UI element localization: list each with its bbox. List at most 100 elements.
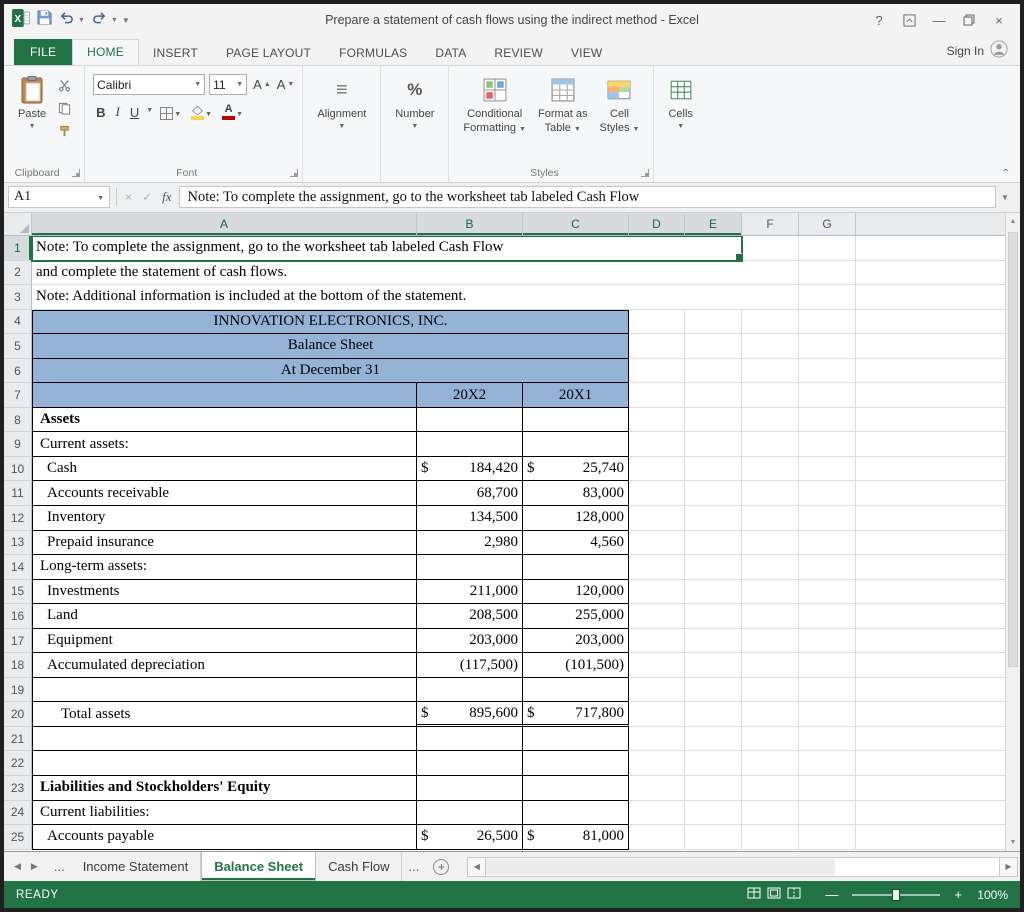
row-header-5[interactable]: 5	[4, 334, 32, 359]
cell-f3[interactable]	[742, 285, 799, 310]
cell-styles-button[interactable]: Cell Styles ▼	[594, 72, 646, 139]
cell-g25[interactable]	[799, 825, 856, 850]
zoom-level[interactable]: 100%	[972, 888, 1008, 902]
new-sheet-button[interactable]: +	[425, 852, 457, 881]
minimize-button[interactable]: —	[926, 9, 952, 31]
cell-c15[interactable]: 120,000	[523, 580, 629, 605]
tab-view[interactable]: VIEW	[557, 41, 616, 66]
font-color-button[interactable]: A▼	[219, 100, 246, 120]
cell-a9[interactable]: Current assets:	[32, 432, 417, 457]
cell-f12[interactable]	[742, 506, 799, 531]
row-header-7[interactable]: 7	[4, 383, 32, 408]
number-button[interactable]: % Number ▼	[389, 72, 440, 135]
tab-data[interactable]: DATA	[421, 41, 480, 66]
cell-g7[interactable]	[799, 383, 856, 408]
cancel-icon[interactable]: ×	[125, 190, 132, 204]
cell-e8[interactable]	[685, 408, 742, 433]
cell-d16[interactable]	[629, 604, 685, 629]
paste-button[interactable]: Paste ▼	[12, 72, 52, 135]
cell-d14[interactable]	[629, 555, 685, 580]
cell-g23[interactable]	[799, 776, 856, 801]
normal-view-icon[interactable]	[747, 886, 761, 904]
cell-e14[interactable]	[685, 555, 742, 580]
cell-f6[interactable]	[742, 359, 799, 384]
row-header-6[interactable]: 6	[4, 359, 32, 384]
cell-c19[interactable]	[523, 678, 629, 703]
font-dialog-launcher-icon[interactable]	[290, 169, 298, 177]
cell-e10[interactable]	[685, 457, 742, 482]
zoom-slider[interactable]	[852, 894, 940, 896]
cell-c13[interactable]: 4,560	[523, 531, 629, 556]
scroll-left-icon[interactable]: ◀	[467, 857, 486, 877]
cell-f4[interactable]	[742, 310, 799, 335]
select-all-corner[interactable]	[4, 213, 32, 235]
cell-c14[interactable]	[523, 555, 629, 580]
cell-f18[interactable]	[742, 653, 799, 678]
cell-e7[interactable]	[685, 383, 742, 408]
cell-c23[interactable]	[523, 776, 629, 801]
cell-d5[interactable]	[629, 334, 685, 359]
cell-b8[interactable]	[417, 408, 523, 433]
cell-c8[interactable]	[523, 408, 629, 433]
cell-b13[interactable]: 2,980	[417, 531, 523, 556]
column-header-c[interactable]: C	[523, 213, 629, 235]
cell-e5[interactable]	[685, 334, 742, 359]
cell-b14[interactable]	[417, 555, 523, 580]
cell-f15[interactable]	[742, 580, 799, 605]
cell-f22[interactable]	[742, 751, 799, 776]
alignment-button[interactable]: ≡ Alignment ▼	[311, 72, 372, 135]
cell-d8[interactable]	[629, 408, 685, 433]
cell-a22[interactable]	[32, 751, 417, 776]
sheet-tab-cash-flow[interactable]: Cash Flow	[316, 852, 402, 881]
cell-g16[interactable]	[799, 604, 856, 629]
collapse-ribbon-icon[interactable]: ⌃	[1002, 168, 1010, 179]
row-header-22[interactable]: 22	[4, 751, 32, 776]
cell-c25[interactable]: $81,000	[523, 825, 629, 850]
row-header-19[interactable]: 19	[4, 678, 32, 703]
cell-f5[interactable]	[742, 334, 799, 359]
cell-f13[interactable]	[742, 531, 799, 556]
row-header-10[interactable]: 10	[4, 457, 32, 482]
cell-c7[interactable]: 20X1	[523, 383, 629, 408]
row-header-21[interactable]: 21	[4, 727, 32, 752]
vertical-scrollbar[interactable]: ▲ ▼	[1005, 213, 1020, 851]
cell-d23[interactable]	[629, 776, 685, 801]
cell-b7[interactable]: 20X2	[417, 383, 523, 408]
cell-a21[interactable]	[32, 727, 417, 752]
cell-g1[interactable]	[799, 236, 856, 261]
cell-e12[interactable]	[685, 506, 742, 531]
cells-button[interactable]: Cells ▼	[662, 72, 698, 135]
undo-icon[interactable]	[59, 10, 74, 30]
qat-customize-icon[interactable]: ▼	[122, 16, 130, 25]
cell-b16[interactable]: 208,500	[417, 604, 523, 629]
cell-e22[interactable]	[685, 751, 742, 776]
row-header-3[interactable]: 3	[4, 285, 32, 310]
enter-icon[interactable]: ✓	[142, 190, 152, 204]
cell-g3[interactable]	[799, 285, 856, 310]
cell-e11[interactable]	[685, 481, 742, 506]
cell-e13[interactable]	[685, 531, 742, 556]
cell-b21[interactable]	[417, 727, 523, 752]
cell-a2[interactable]: and complete the statement of cash flows…	[32, 261, 742, 286]
cell-d4[interactable]	[629, 310, 685, 335]
cell-d10[interactable]	[629, 457, 685, 482]
cell-e9[interactable]	[685, 432, 742, 457]
tab-home[interactable]: HOME	[72, 39, 139, 66]
cell-c16[interactable]: 255,000	[523, 604, 629, 629]
borders-button[interactable]: ▼	[157, 100, 184, 120]
row-header-14[interactable]: 14	[4, 555, 32, 580]
cell-f2[interactable]	[742, 261, 799, 286]
sheet-tab--[interactable]: ...	[48, 852, 71, 881]
zoom-out-button[interactable]: —	[825, 887, 838, 902]
tab-review[interactable]: REVIEW	[480, 41, 557, 66]
cell-d15[interactable]	[629, 580, 685, 605]
cell-g9[interactable]	[799, 432, 856, 457]
formula-input[interactable]: Note: To complete the assignment, go to …	[179, 186, 996, 208]
cell-f19[interactable]	[742, 678, 799, 703]
cell-d11[interactable]	[629, 481, 685, 506]
redo-dropdown-caret-icon[interactable]: ▼	[111, 17, 118, 24]
row-header-24[interactable]: 24	[4, 801, 32, 826]
underline-caret-icon[interactable]: ▼	[146, 107, 153, 114]
scroll-down-icon[interactable]: ▼	[1006, 834, 1020, 851]
cell-g18[interactable]	[799, 653, 856, 678]
